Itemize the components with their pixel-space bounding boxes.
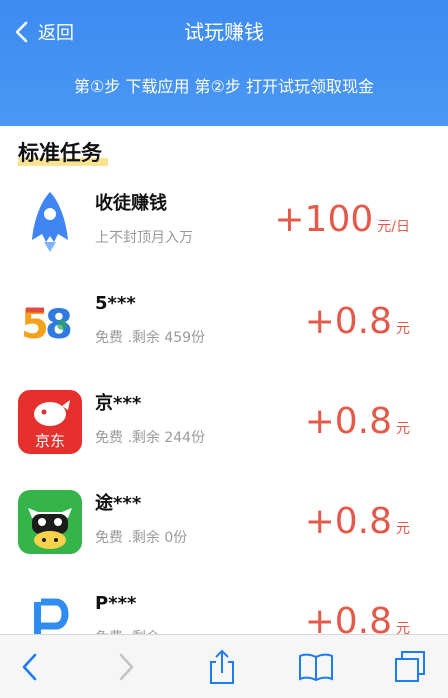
reward-amount: +0.8 [304,301,392,342]
task-reward: +100 元/日 [274,200,410,240]
task-item[interactable]: 京东 京*** 免费 .剩余 244份 +0.8 元 [0,372,448,472]
reward-unit: 元 [396,321,410,337]
task-name: 京*** [95,393,142,414]
task-reward: +0.8 元 [305,402,410,442]
reward-unit: 元/日 [377,219,410,235]
task-subtitle: 免费 .剩余 459份 [95,330,206,346]
tabs-icon[interactable] [392,649,428,685]
task-name: 5*** [95,293,136,314]
cow-app-icon [18,490,82,554]
task-item[interactable]: 收徒赚钱 上不封顶月入万 +100 元/日 [0,172,448,272]
task-item[interactable]: 5 8 5*** 免费 .剩余 459份 +0.8 元 [0,272,448,372]
task-subtitle: 上不封顶月入万 [95,230,193,246]
reward-amount: +100 [274,199,374,240]
task-reward: +0.8 元 [305,302,410,342]
share-icon[interactable] [204,649,240,685]
header: 返回 试玩赚钱 第①步 下载应用 第②步 打开试玩领取现金 [0,0,448,126]
task-subtitle: 免费 .剩余 244份 [95,430,206,446]
task-reward: +0.8 元 [305,502,410,542]
reward-amount: +0.8 [304,501,392,542]
reward-amount: +0.8 [304,401,392,442]
browser-toolbar [0,634,448,698]
steps-instruction: 第①步 下载应用 第②步 打开试玩领取现金 [74,77,374,96]
task-name: 途*** [95,493,142,514]
section-title: 标准任务 [18,141,102,165]
jd-icon-text: 京东 [35,432,65,450]
rocket-app-icon [18,190,82,254]
reward-unit: 元 [396,421,410,437]
reward-unit: 元 [396,521,410,537]
forward-icon[interactable] [108,649,144,685]
page-title: 试玩赚钱 [184,20,264,44]
task-item[interactable]: 途*** 免费 .剩余 0份 +0.8 元 [0,472,448,572]
58-app-icon: 5 8 [18,290,82,354]
back-icon[interactable] [12,649,48,685]
task-subtitle: 免费 .剩余 0份 [95,530,188,546]
task-name: P*** [95,593,137,614]
task-name: 收徒赚钱 [95,193,167,214]
jd-app-icon: 京东 [18,390,82,454]
bookmarks-icon[interactable] [298,649,334,685]
